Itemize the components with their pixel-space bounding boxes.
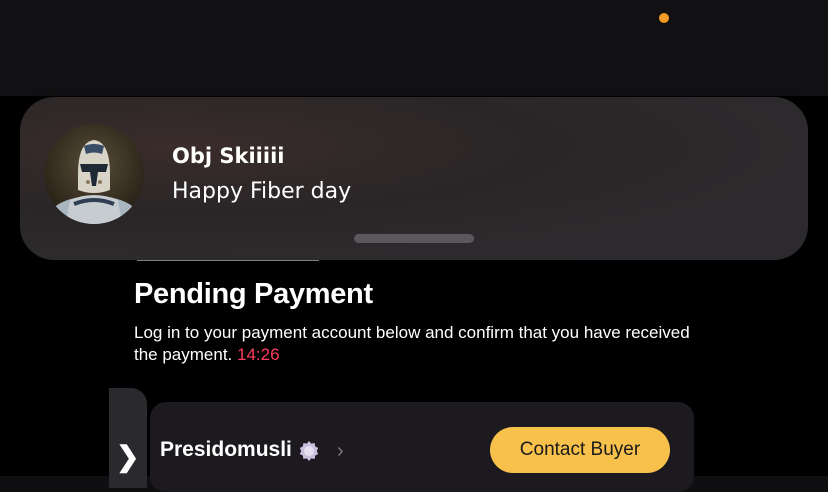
notification-message: Happy Fiber day	[172, 179, 352, 204]
countdown-timer: 14:26	[237, 345, 280, 364]
notification-grabber-handle[interactable]	[354, 234, 474, 243]
page-description: Log in to your payment account below and…	[134, 322, 694, 366]
notification-banner[interactable]: Obj Skiiiii Happy Fiber day	[20, 97, 808, 260]
helmet-avatar-icon	[50, 140, 138, 224]
side-drawer-tab[interactable]	[109, 388, 147, 488]
verified-badge-icon	[299, 441, 319, 461]
notification-sender: Obj Skiiiii	[172, 144, 285, 168]
privacy-indicator-dot	[659, 13, 669, 23]
buyer-name[interactable]: Presidomusli	[160, 438, 292, 462]
drawer-chevron-icon[interactable]: ❯	[116, 440, 139, 473]
page-title: Pending Payment	[134, 278, 373, 310]
chevron-right-icon[interactable]: ›	[337, 440, 344, 463]
avatar	[44, 124, 144, 224]
contact-buyer-button[interactable]: Contact Buyer	[490, 427, 670, 473]
description-text: Log in to your payment account below and…	[134, 323, 690, 364]
status-bar-area	[0, 0, 828, 96]
